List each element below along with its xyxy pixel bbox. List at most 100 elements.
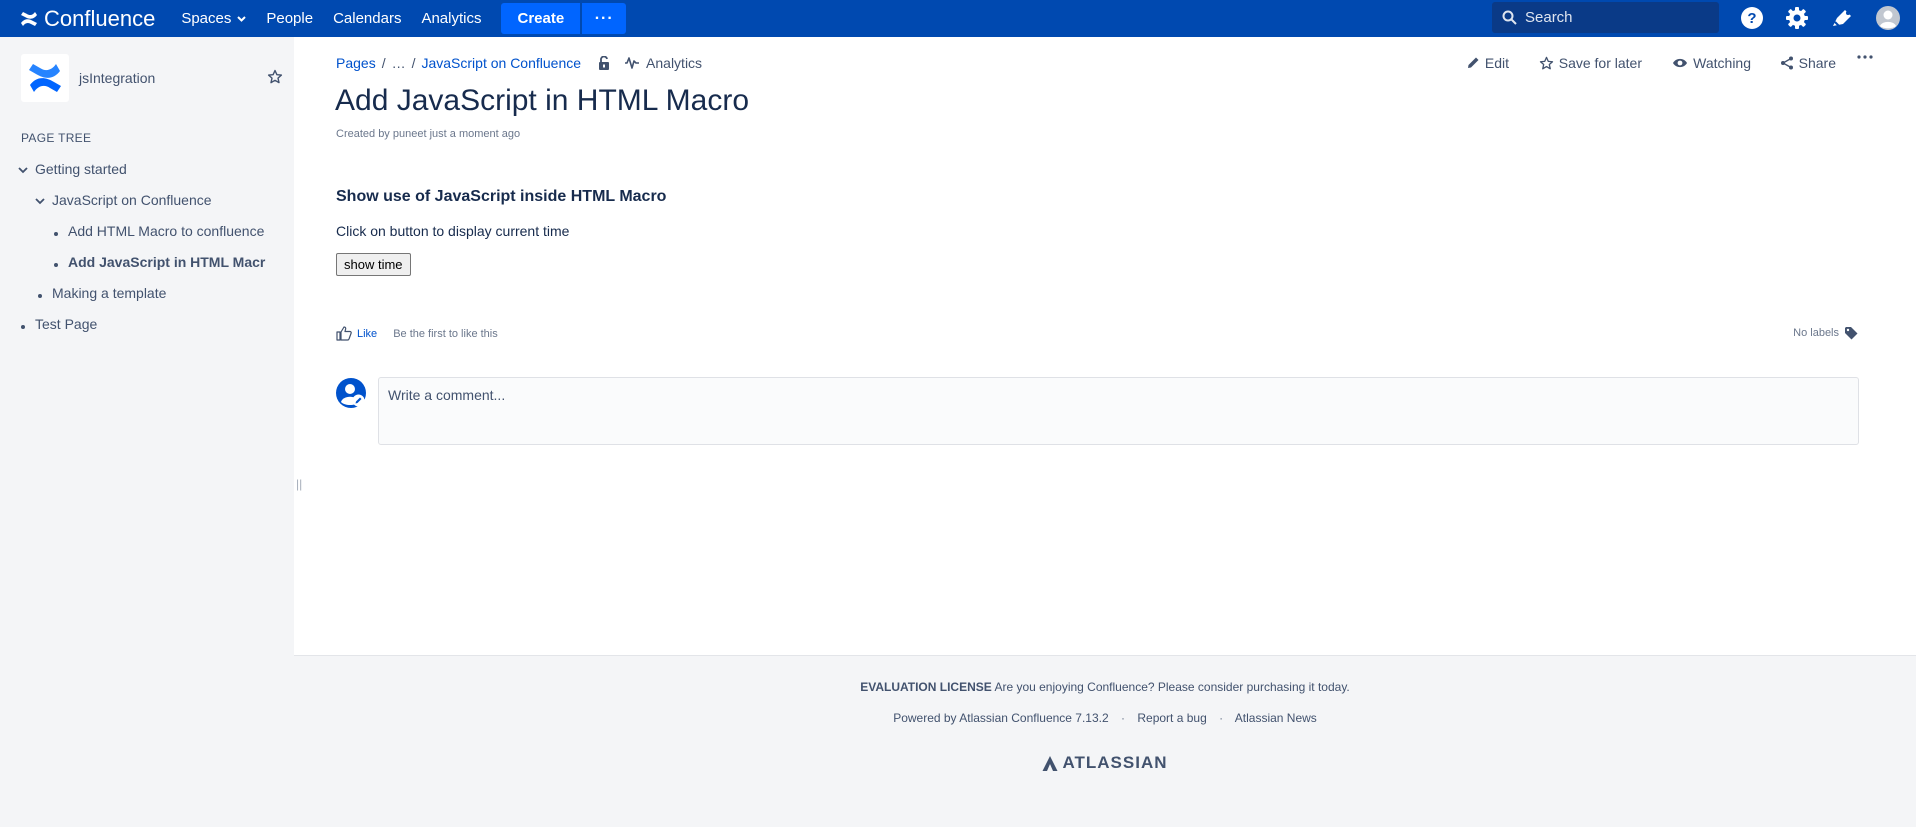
byline-prefix: Created by: [336, 128, 390, 140]
license-notice: EVALUATION LICENSE Are you enjoying Conf…: [294, 680, 1916, 694]
more-icon: [1857, 55, 1873, 59]
user-avatar-icon[interactable]: [1874, 4, 1902, 32]
create-more-button[interactable]: ···: [582, 3, 627, 34]
edit-label: Edit: [1484, 55, 1509, 71]
footer: EVALUATION LICENSE Are you enjoying Conf…: [294, 655, 1916, 827]
save-for-later-button[interactable]: Save for later: [1539, 55, 1642, 71]
author-link[interactable]: puneet: [393, 128, 427, 140]
breadcrumb-separator: /: [381, 55, 386, 71]
footer-separator: ·: [1219, 711, 1224, 725]
bullet-icon: [50, 254, 62, 270]
like-section: Like Be the first to like this: [336, 326, 498, 341]
watching-button[interactable]: Watching: [1672, 55, 1751, 71]
search-placeholder: Search: [1525, 9, 1573, 26]
tree-item-label: JavaScript on Confluence: [52, 192, 212, 208]
content-heading: Show use of JavaScript inside HTML Macro: [336, 188, 667, 205]
powered-by-link[interactable]: Powered by Atlassian Confluence 7.13.2: [893, 711, 1108, 725]
like-button[interactable]: Like: [357, 328, 377, 340]
nav-spaces-label: Spaces: [181, 10, 232, 27]
labels-text: No labels: [1793, 327, 1839, 339]
tree-item-test-page[interactable]: Test Page: [17, 316, 97, 332]
comment-avatar-icon: [336, 378, 366, 408]
analytics-link[interactable]: Analytics: [646, 55, 702, 71]
atlassian-brand: ATLASSIAN: [1062, 753, 1168, 772]
bullet-icon: [17, 316, 29, 332]
tree-item-label: Add JavaScript in HTML Macr: [68, 254, 266, 270]
confluence-logo[interactable]: Confluence: [0, 0, 155, 37]
byline-time[interactable]: just a moment ago: [430, 128, 521, 140]
sidebar-resize-handle[interactable]: ||: [296, 477, 302, 491]
atlassian-logo-icon: [1042, 755, 1058, 771]
report-bug-link[interactable]: Report a bug: [1137, 711, 1206, 725]
tree-item-label: Test Page: [35, 316, 98, 332]
star-icon: [1539, 56, 1553, 69]
more-actions-button[interactable]: [1857, 55, 1878, 59]
breadcrumb-parent[interactable]: JavaScript on Confluence: [421, 55, 581, 71]
unlock-icon[interactable]: [598, 56, 610, 70]
search-icon: [1502, 10, 1517, 25]
create-button[interactable]: Create: [501, 3, 581, 34]
confluence-logo-icon: [21, 11, 37, 26]
share-label: Share: [1798, 55, 1836, 71]
nav-spaces[interactable]: Spaces: [171, 0, 256, 37]
chevron-down-icon[interactable]: [17, 161, 29, 177]
bullet-icon: [34, 285, 46, 301]
license-text[interactable]: Are you enjoying Confluence? Please cons…: [994, 680, 1349, 694]
edit-button[interactable]: Edit: [1466, 55, 1509, 71]
eye-icon: [1673, 58, 1688, 68]
nav-people[interactable]: People: [256, 0, 323, 37]
app-name: Confluence: [44, 5, 156, 31]
labels-section: No labels: [1793, 326, 1858, 340]
atlassian-logo[interactable]: ATLASSIAN: [294, 753, 1916, 773]
svg-text:?: ?: [1747, 10, 1756, 27]
search-input[interactable]: Search: [1492, 2, 1719, 33]
save-for-later-label: Save for later: [1558, 55, 1642, 71]
share-icon: [1780, 56, 1793, 70]
tree-item-making-a-template[interactable]: Making a template: [34, 285, 166, 301]
chevron-down-icon: [237, 15, 247, 22]
nav-analytics-label: Analytics: [421, 10, 482, 27]
star-icon[interactable]: [267, 69, 283, 85]
page-tree-title: PAGE TREE: [21, 131, 92, 145]
tree-item-javascript-on-confluence[interactable]: JavaScript on Confluence: [34, 192, 212, 208]
nav-calendars-label: Calendars: [333, 10, 402, 27]
license-label: EVALUATION LICENSE: [860, 680, 992, 694]
footer-separator: ·: [1121, 711, 1126, 725]
settings-icon[interactable]: [1783, 4, 1811, 32]
top-navigation-bar: Confluence Spaces People Calendars Analy…: [0, 0, 1916, 37]
tree-item-add-javascript-current[interactable]: Add JavaScript in HTML Macr: [50, 254, 265, 270]
comment-placeholder: Write a comment...: [388, 387, 506, 403]
like-summary: Be the first to like this: [393, 327, 498, 340]
breadcrumb: Pages / … / JavaScript on Confluence Ana…: [336, 55, 702, 71]
nav-analytics[interactable]: Analytics: [411, 0, 491, 37]
help-icon[interactable]: ?: [1738, 4, 1766, 32]
confluence-space-icon: [29, 64, 61, 92]
nav-people-label: People: [266, 10, 314, 27]
analytics-icon[interactable]: [624, 57, 640, 69]
space-sidebar: jsIntegration PAGE TREE Getting started …: [0, 37, 294, 827]
pencil-icon: [1467, 57, 1479, 68]
notifications-icon[interactable]: [1828, 4, 1856, 32]
comment-input[interactable]: Write a comment...: [378, 377, 1859, 445]
chevron-down-icon[interactable]: [34, 192, 46, 208]
bullet-icon: [50, 223, 62, 239]
tree-item-add-html-macro[interactable]: Add HTML Macro to confluence: [50, 223, 264, 239]
breadcrumb-pages[interactable]: Pages: [336, 55, 376, 71]
space-name[interactable]: jsIntegration: [79, 70, 155, 86]
tree-item-label: Making a template: [52, 285, 167, 301]
tree-item-label: Getting started: [35, 161, 127, 177]
thumbs-up-icon[interactable]: [336, 326, 352, 341]
breadcrumb-ellipsis[interactable]: …: [392, 55, 406, 71]
show-time-button[interactable]: show time: [336, 253, 411, 276]
content-paragraph: Click on button to display current time: [336, 223, 570, 239]
tree-item-label: Add HTML Macro to confluence: [68, 223, 265, 239]
tree-item-getting-started[interactable]: Getting started: [17, 161, 127, 177]
atlassian-news-link[interactable]: Atlassian News: [1235, 711, 1317, 725]
nav-calendars[interactable]: Calendars: [323, 0, 411, 37]
page-byline: Created by puneet just a moment ago: [336, 128, 520, 140]
page-title: Add JavaScript in HTML Macro: [335, 84, 750, 117]
tag-icon[interactable]: [1844, 326, 1858, 340]
share-button[interactable]: Share: [1780, 55, 1836, 71]
space-logo[interactable]: [21, 54, 69, 102]
breadcrumb-separator: /: [411, 55, 416, 71]
